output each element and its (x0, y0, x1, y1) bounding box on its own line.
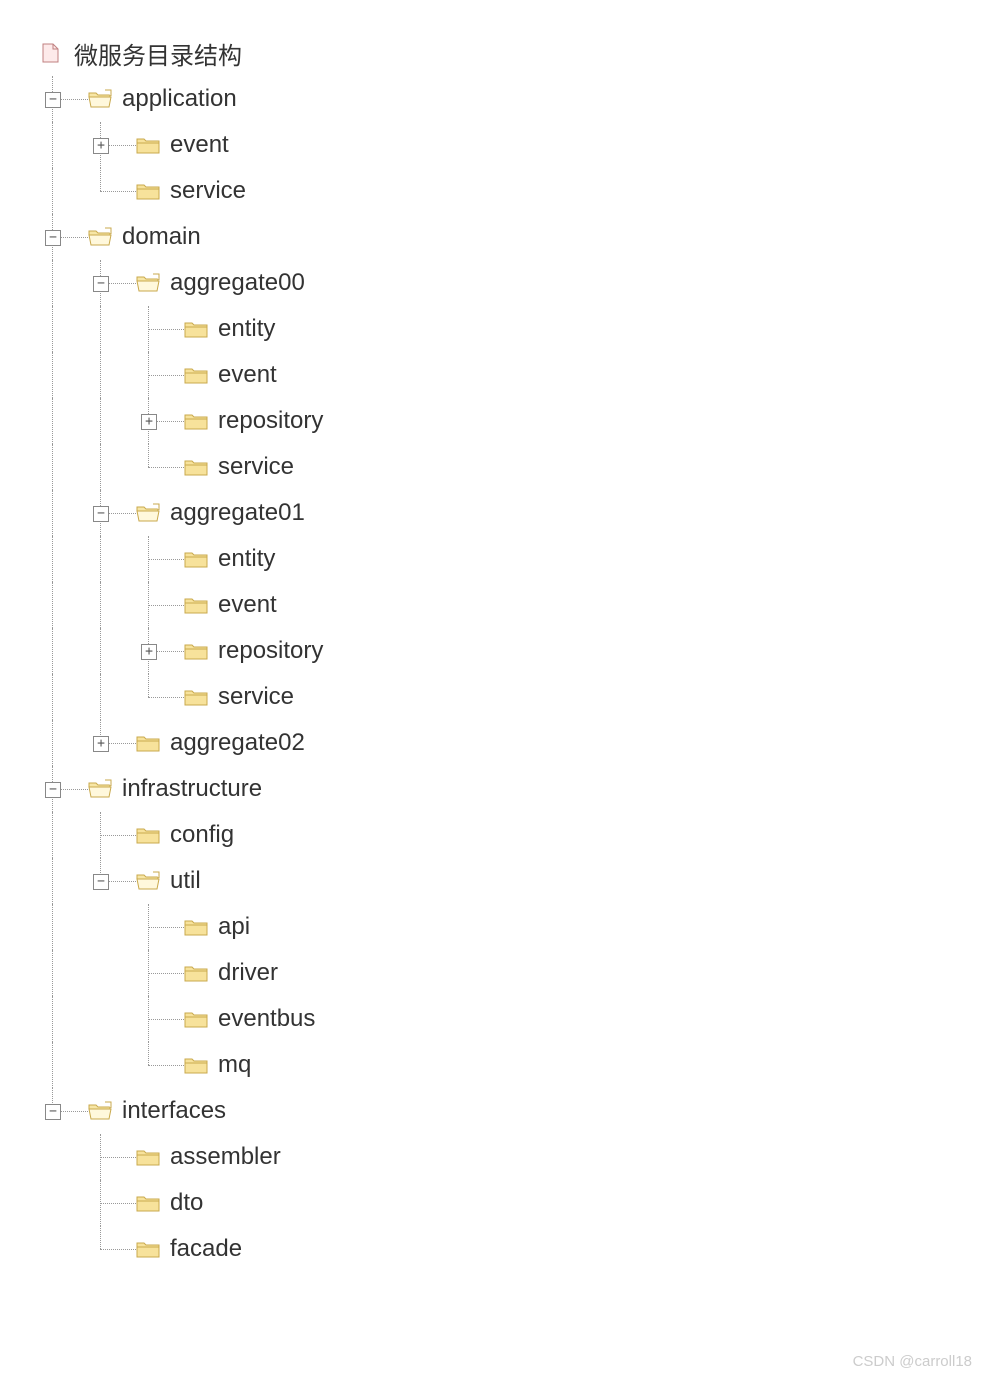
toggle-expand-icon[interactable]: + (93, 138, 109, 154)
node-label: aggregate02 (170, 729, 305, 757)
tree-node-interfaces[interactable]: − interfaces (40, 1088, 982, 1134)
toggle-expand-icon[interactable]: + (93, 736, 109, 752)
node-label: domain (122, 223, 201, 251)
folder-open-icon (136, 870, 162, 892)
tree-node-util-api[interactable]: api (40, 904, 982, 950)
tree-node-domain[interactable]: − domain (40, 214, 982, 260)
tree-node-aggregate00-event[interactable]: event (40, 352, 982, 398)
folder-open-icon (88, 778, 114, 800)
toggle-collapse-icon[interactable]: − (93, 874, 109, 890)
node-label: event (218, 361, 277, 389)
tree-node-infrastructure[interactable]: − infrastructure (40, 766, 982, 812)
tree-node-aggregate02[interactable]: + aggregate02 (40, 720, 982, 766)
tree-node-application-service[interactable]: service (40, 168, 982, 214)
node-label: entity (218, 315, 275, 343)
node-label: util (170, 867, 201, 895)
tree-node-aggregate01-entity[interactable]: entity (40, 536, 982, 582)
node-label: event (170, 131, 229, 159)
folder-icon (184, 916, 210, 938)
folder-icon (136, 1146, 162, 1168)
folder-icon (136, 180, 162, 202)
node-label: entity (218, 545, 275, 573)
node-label: aggregate00 (170, 269, 305, 297)
node-label: event (218, 591, 277, 619)
folder-icon (184, 962, 210, 984)
toggle-collapse-icon[interactable]: − (45, 1104, 61, 1120)
folder-icon (184, 318, 210, 340)
toggle-expand-icon[interactable]: + (141, 644, 157, 660)
folder-icon (184, 1008, 210, 1030)
folder-icon (136, 824, 162, 846)
tree-node-aggregate01-service[interactable]: service (40, 674, 982, 720)
tree-node-interfaces-assembler[interactable]: assembler (40, 1134, 982, 1180)
node-label: driver (218, 959, 278, 987)
folder-icon (184, 686, 210, 708)
tree-node-aggregate01-event[interactable]: event (40, 582, 982, 628)
node-label: infrastructure (122, 775, 262, 803)
tree-node-interfaces-facade[interactable]: facade (40, 1226, 982, 1272)
node-label: repository (218, 407, 323, 435)
tree-node-aggregate01-repository[interactable]: + repository (40, 628, 982, 674)
watermark-text: CSDN @carroll18 (853, 1353, 972, 1370)
tree-node-util-eventbus[interactable]: eventbus (40, 996, 982, 1042)
node-label: 微服务目录结构 (74, 36, 242, 71)
folder-icon (136, 1238, 162, 1260)
tree-node-application-event[interactable]: + event (40, 122, 982, 168)
folder-open-icon (136, 502, 162, 524)
toggle-collapse-icon[interactable]: − (93, 276, 109, 292)
tree-view: 微服务目录结构 − application + event service − … (0, 0, 982, 1272)
node-label: service (218, 683, 294, 711)
tree-node-application[interactable]: − application (40, 76, 982, 122)
tree-node-aggregate00[interactable]: − aggregate00 (40, 260, 982, 306)
toggle-expand-icon[interactable]: + (141, 414, 157, 430)
tree-node-aggregate00-service[interactable]: service (40, 444, 982, 490)
folder-icon (136, 732, 162, 754)
folder-icon (184, 640, 210, 662)
folder-open-icon (88, 1100, 114, 1122)
toggle-collapse-icon[interactable]: − (93, 506, 109, 522)
tree-node-aggregate00-entity[interactable]: entity (40, 306, 982, 352)
folder-icon (136, 134, 162, 156)
tree-node-util-driver[interactable]: driver (40, 950, 982, 996)
folder-icon (184, 456, 210, 478)
folder-icon (184, 410, 210, 432)
node-label: assembler (170, 1143, 281, 1171)
toggle-collapse-icon[interactable]: − (45, 92, 61, 108)
tree-node-util-mq[interactable]: mq (40, 1042, 982, 1088)
node-label: aggregate01 (170, 499, 305, 527)
folder-open-icon (136, 272, 162, 294)
folder-open-icon (88, 88, 114, 110)
toggle-collapse-icon[interactable]: − (45, 782, 61, 798)
node-label: api (218, 913, 250, 941)
tree-node-root[interactable]: 微服务目录结构 (40, 30, 982, 76)
tree-node-infrastructure-config[interactable]: config (40, 812, 982, 858)
node-label: application (122, 85, 237, 113)
tree-node-interfaces-dto[interactable]: dto (40, 1180, 982, 1226)
folder-icon (184, 1054, 210, 1076)
folder-icon (184, 548, 210, 570)
folder-icon (184, 594, 210, 616)
node-label: config (170, 821, 234, 849)
tree-node-aggregate01[interactable]: − aggregate01 (40, 490, 982, 536)
tree-node-aggregate00-repository[interactable]: + repository (40, 398, 982, 444)
folder-open-icon (88, 226, 114, 248)
node-label: facade (170, 1235, 242, 1263)
node-label: service (170, 177, 246, 205)
folder-icon (136, 1192, 162, 1214)
node-label: service (218, 453, 294, 481)
file-icon (40, 42, 66, 64)
node-label: dto (170, 1189, 203, 1217)
folder-icon (184, 364, 210, 386)
toggle-collapse-icon[interactable]: − (45, 230, 61, 246)
node-label: mq (218, 1051, 251, 1079)
node-label: eventbus (218, 1005, 315, 1033)
tree-node-infrastructure-util[interactable]: − util (40, 858, 982, 904)
node-label: interfaces (122, 1097, 226, 1125)
node-label: repository (218, 637, 323, 665)
